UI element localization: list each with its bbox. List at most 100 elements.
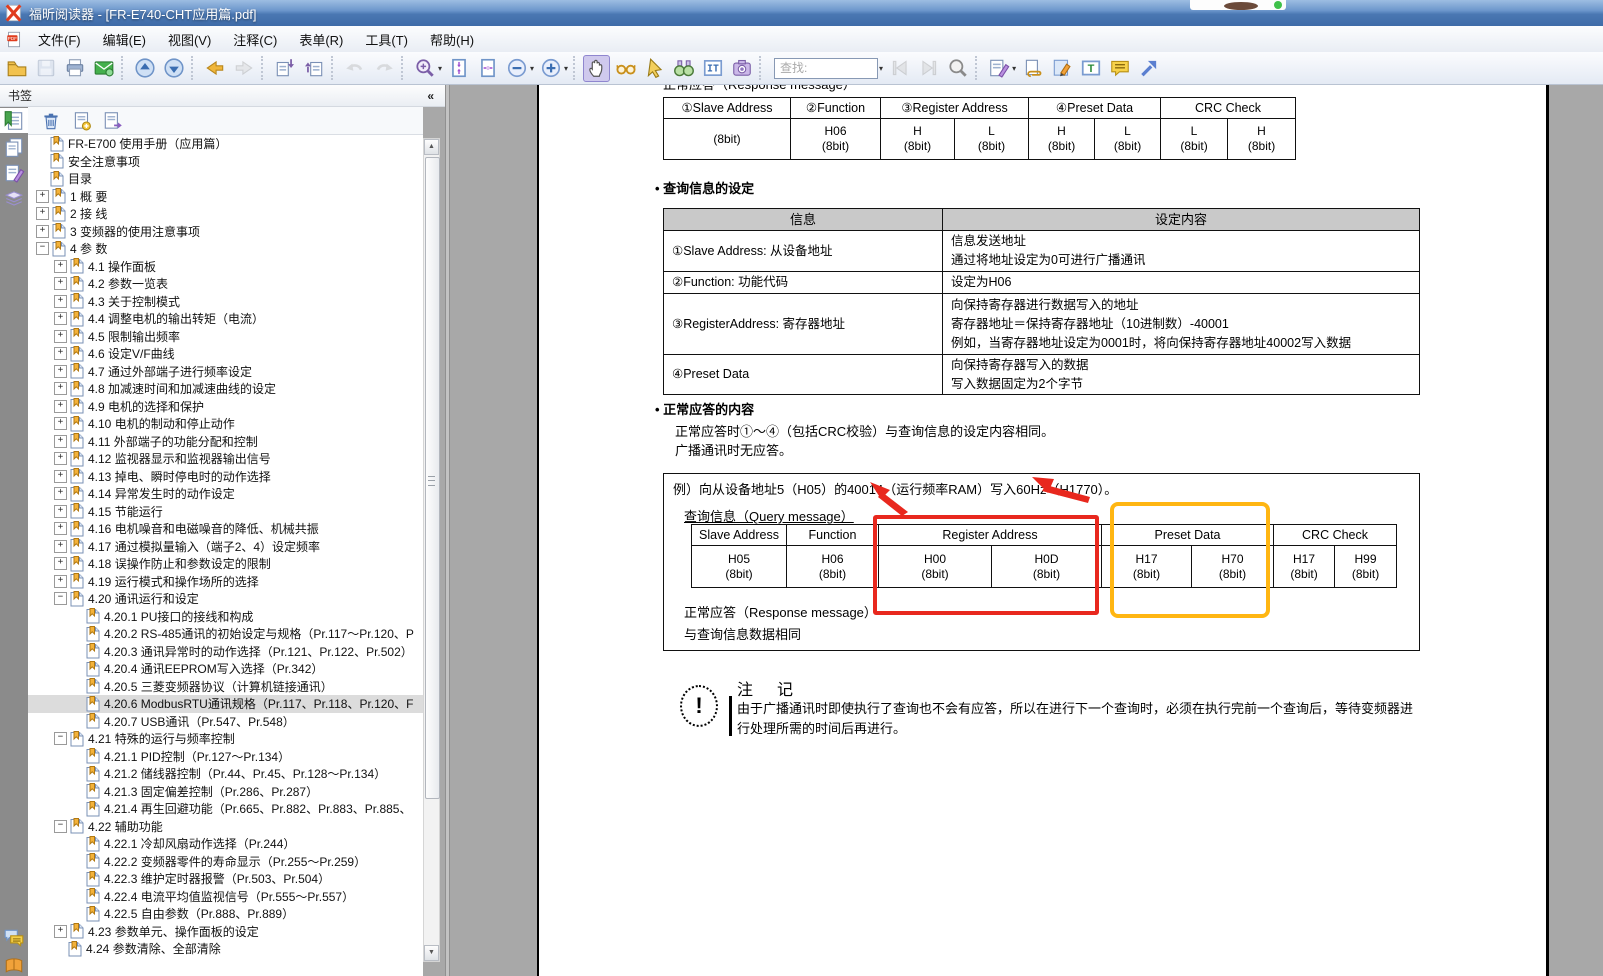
bookmark-item[interactable]: 目录 (28, 170, 423, 188)
add-bookmark-button[interactable] (71, 110, 93, 132)
expand-toggle-icon[interactable]: + (54, 347, 67, 360)
hand-tool-button[interactable] (583, 55, 610, 82)
textbox-button[interactable]: T (1077, 55, 1104, 82)
comments-panel-button[interactable] (0, 160, 28, 185)
bookmark-item[interactable]: +4.15 节能运行 (28, 503, 423, 521)
expand-toggle-icon[interactable]: + (54, 522, 67, 535)
bookmark-item[interactable]: +4.3 关于控制模式 (28, 293, 423, 311)
expand-toggle-icon[interactable]: + (54, 382, 67, 395)
find-dropdown-icon[interactable]: ▾ (879, 64, 883, 73)
bookmark-item[interactable]: 安全注意事项 (28, 153, 423, 171)
bookmark-item[interactable]: +4.5 限制输出频率 (28, 328, 423, 346)
collapse-toggle-icon[interactable]: − (54, 732, 67, 745)
zoom-out-button[interactable] (503, 55, 530, 82)
open-folder-button[interactable] (3, 55, 30, 82)
bookmark-item[interactable]: +4.12 监视器显示和监视器输出信号 (28, 450, 423, 468)
expand-toggle-icon[interactable]: + (54, 435, 67, 448)
expand-toggle-icon[interactable]: + (54, 312, 67, 325)
bookmark-item[interactable]: −4.20 通讯运行和设定 (28, 590, 423, 608)
menu-item-7[interactable]: 帮助(H) (419, 27, 485, 52)
bookmark-item[interactable]: +4.2 参数一览表 (28, 275, 423, 293)
sidebar-scrollbar[interactable]: ▲ ▼ (423, 138, 440, 962)
page-down-button[interactable] (160, 55, 187, 82)
scrollbar-thumb[interactable] (425, 157, 440, 799)
bookmark-item[interactable]: +4.13 掉电、瞬时停电时的动作选择 (28, 468, 423, 486)
expand-toggle-icon[interactable]: + (54, 925, 67, 938)
bookmark-item[interactable]: +2 接 线 (28, 205, 423, 223)
menu-item-2[interactable]: 编辑(E) (92, 27, 157, 52)
menu-item-6[interactable]: 工具(T) (354, 27, 419, 52)
menu-item-3[interactable]: 视图(V) (157, 27, 222, 52)
menu-item-5[interactable]: 表单(R) (288, 27, 354, 52)
bookmark-item[interactable]: +4.17 通过模拟量输入（端子2、4）设定频率 (28, 538, 423, 556)
expand-toggle-icon[interactable]: + (54, 417, 67, 430)
annot-pencil-button[interactable] (985, 55, 1012, 82)
bookmark-item[interactable]: 4.20.5 三菱变频器协议（计算机链接通讯） (28, 678, 423, 696)
expand-toggle-icon[interactable]: + (36, 207, 49, 220)
expand-toggle-icon[interactable]: + (54, 277, 67, 290)
select-tool-button[interactable] (641, 55, 668, 82)
attach-button[interactable] (1019, 55, 1046, 82)
expand-toggle-icon[interactable]: + (54, 575, 67, 588)
insert-pages-button[interactable] (271, 55, 298, 82)
actual-size-button[interactable] (445, 55, 472, 82)
expand-toggle-icon[interactable]: + (36, 190, 49, 203)
annot-pencil-dropdown-icon[interactable]: ▾ (1012, 64, 1016, 73)
bookmark-item[interactable]: +3 变频器的使用注意事项 (28, 223, 423, 241)
bookmark-item[interactable]: +4.19 运行模式和操作场所的选择 (28, 573, 423, 591)
sidebar-collapse-button[interactable]: « (427, 85, 434, 107)
find-input[interactable] (774, 58, 878, 79)
expand-toggle-icon[interactable]: + (54, 260, 67, 273)
collapse-toggle-icon[interactable]: − (36, 242, 49, 255)
bookmark-item[interactable]: 4.22.4 电流平均值监视信号（Pr.555～Pr.557） (28, 888, 423, 906)
bookmark-item[interactable]: +1 概 要 (28, 188, 423, 206)
collapse-toggle-icon[interactable]: − (54, 820, 67, 833)
expand-toggle-icon[interactable]: + (54, 365, 67, 378)
expand-toggle-icon[interactable]: + (54, 400, 67, 413)
zoom-out-dropdown-icon[interactable]: ▾ (530, 64, 534, 73)
share-button[interactable] (1135, 55, 1162, 82)
document-canvas[interactable]: 正常应答（Response message） ①Slave Address②Fu… (450, 85, 1603, 976)
bookmark-item[interactable]: 4.21.2 储线器控制（Pr.44、Pr.45、Pr.128～Pr.134） (28, 765, 423, 783)
bookmark-item[interactable]: +4.8 加减速时间和加减速曲线的设定 (28, 380, 423, 398)
bookmark-item[interactable]: 4.20.4 通讯EEPROM写入选择（Pr.342） (28, 660, 423, 678)
bookmark-item[interactable]: 4.20.2 RS-485通讯的初始设定与规格（Pr.117～Pr.120、P (28, 625, 423, 643)
fit-page-button[interactable] (474, 55, 501, 82)
bookmark-item[interactable]: 4.21.4 再生回避功能（Pr.665、Pr.882、Pr.883、Pr.88… (28, 800, 423, 818)
back-button[interactable] (201, 55, 228, 82)
bookmark-item[interactable]: +4.9 电机的选择和保护 (28, 398, 423, 416)
menu-item-1[interactable]: 文件(F) (27, 27, 92, 52)
bookmark-item[interactable]: −4 参 数 (28, 240, 423, 258)
collapse-toggle-icon[interactable]: − (54, 592, 67, 605)
note-button[interactable] (1106, 55, 1133, 82)
expand-toggle-icon[interactable]: + (54, 330, 67, 343)
bookmark-item-selected[interactable]: 4.20.6 ModbusRTU通讯规格（Pr.117、Pr.118、Pr.12… (28, 695, 423, 713)
expand-toggle-icon[interactable]: + (54, 540, 67, 553)
bookmark-item[interactable]: −4.22 辅助功能 (28, 818, 423, 836)
title-bar[interactable]: 福昕阅读器 - [FR-E740-CHT应用篇.pdf] (0, 0, 1603, 27)
layers-panel-button[interactable] (0, 186, 28, 211)
zoom-tool-button[interactable] (411, 55, 438, 82)
snapshot-button[interactable] (728, 55, 755, 82)
text-select-button[interactable]: IT (699, 55, 726, 82)
expand-toggle-icon[interactable]: + (54, 470, 67, 483)
bookmark-item[interactable]: −4.21 特殊的运行与频率控制 (28, 730, 423, 748)
expand-toggle-icon[interactable]: + (36, 225, 49, 238)
bookmark-item[interactable]: 4.22.5 自由参数（Pr.888、Pr.889） (28, 905, 423, 923)
bookmark-item[interactable]: 4.21.3 固定偏差控制（Pr.286、Pr.287） (28, 783, 423, 801)
delete-bookmark-button[interactable] (40, 110, 62, 132)
expand-toggle-icon[interactable]: + (54, 557, 67, 570)
bookmark-item[interactable]: +4.10 电机的制动和停止动作 (28, 415, 423, 433)
bookmarks-panel-button[interactable] (0, 108, 28, 133)
expand-toggle-icon[interactable]: + (54, 295, 67, 308)
bookmark-item[interactable]: 4.20.3 通讯异常时的动作选择（Pr.121、Pr.122、Pr.502） (28, 643, 423, 661)
bookmark-item[interactable]: +4.6 设定V/F曲线 (28, 345, 423, 363)
expand-toggle-icon[interactable]: + (54, 452, 67, 465)
bookmark-item[interactable]: FR-E700 使用手册（应用篇） (28, 135, 423, 153)
bookmark-item[interactable]: 4.20.7 USB通讯（Pr.547、Pr.548） (28, 713, 423, 731)
bookmark-item[interactable]: +4.1 操作面板 (28, 258, 423, 276)
page-up-button[interactable] (131, 55, 158, 82)
bookmark-item[interactable]: 4.22.1 冷却风扇动作选择（Pr.244） (28, 835, 423, 853)
highlighter-button[interactable] (1048, 55, 1075, 82)
bookmark-item[interactable]: +4.16 电机噪音和电磁噪音的降低、机械共振 (28, 520, 423, 538)
